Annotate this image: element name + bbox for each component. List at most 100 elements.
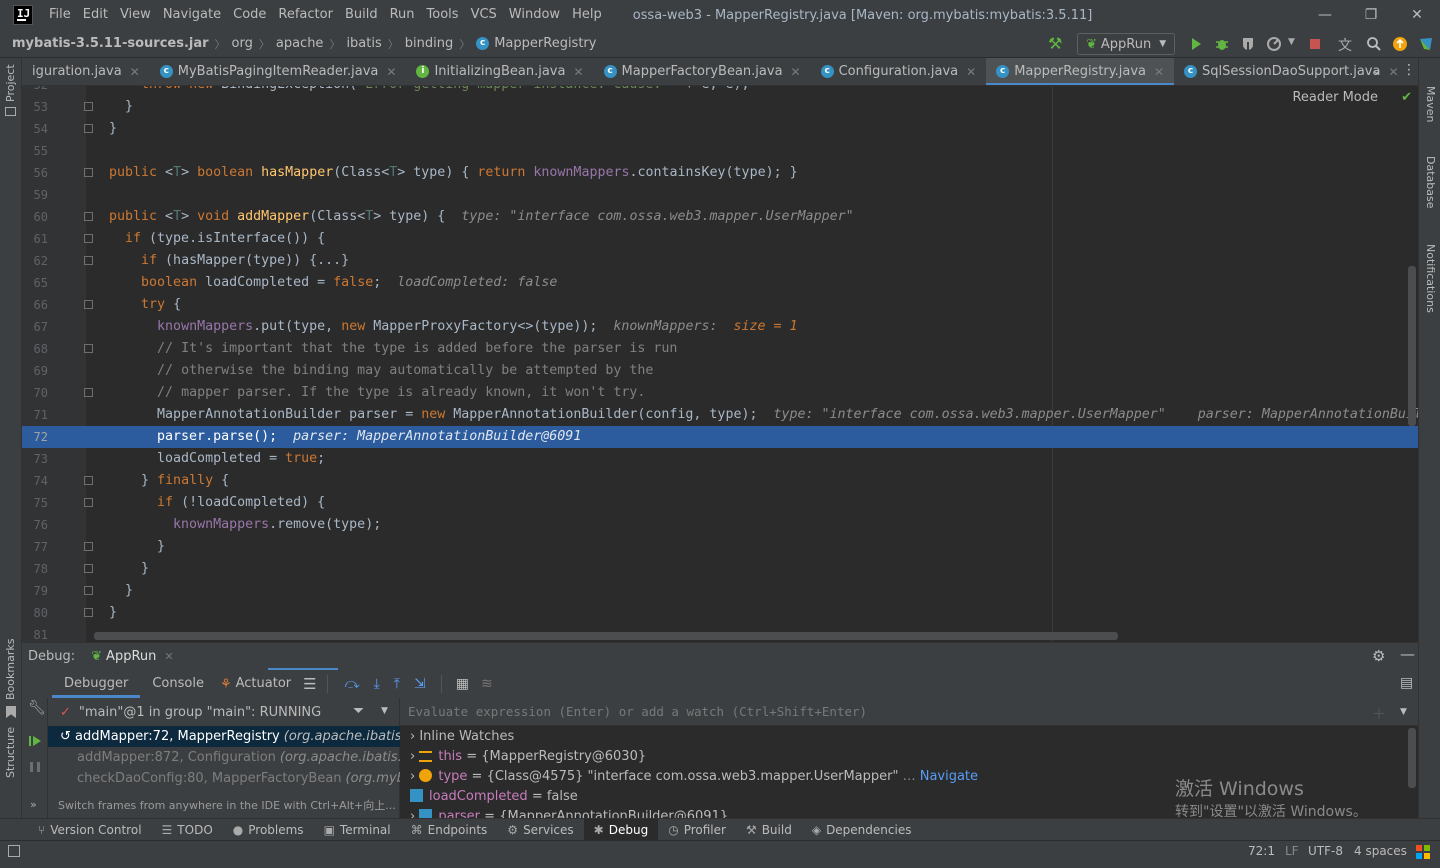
database-tool-button[interactable]: Database [1424,156,1437,209]
breadcrumb-apache[interactable]: apache [276,36,324,51]
code-line[interactable]: 78 } [22,558,1418,580]
code-editor[interactable]: 52 throw new BindingException("Error get… [22,86,1418,642]
tab-configuration-java[interactable]: c Configuration.java ✕ [811,58,987,85]
line-number[interactable]: 69 [22,360,48,382]
line-number[interactable]: 81 [22,624,48,642]
variable-row[interactable]: › this = {MapperRegistry@6030} [400,747,1418,767]
thread-dropdown-chevron-icon[interactable]: ▼ [381,706,388,716]
menu-code[interactable]: Code [227,0,272,30]
tool-profiler[interactable]: ◷ Profiler [658,819,736,841]
code-line[interactable]: 72 parser.parse(); parser: MapperAnnotat… [22,426,1418,448]
close-window-button[interactable]: ✕ [1394,0,1440,30]
tab-actuator[interactable]: Actuator [232,670,304,698]
line-number[interactable]: 80 [22,602,48,624]
code-line[interactable]: 62 if (hasMapper(type)) {...} [22,250,1418,272]
notifications-tool-button[interactable]: Notifications [1424,244,1437,313]
pause-icon[interactable] [28,760,42,774]
code-line[interactable]: 53 } [22,96,1418,118]
code-line[interactable]: 76 knownMappers.remove(type); [22,514,1418,536]
fold-marker-icon[interactable] [84,168,93,177]
build-hammer-icon[interactable]: ⚒ [1048,34,1064,53]
code-line[interactable]: 55 [22,140,1418,162]
layout-menu-icon[interactable]: ☰ [303,675,316,693]
restore-layout-icon[interactable]: ▤ [1400,675,1413,691]
close-tab-icon[interactable]: ✕ [130,65,140,79]
fold-marker-icon[interactable] [84,498,93,507]
tool-terminal[interactable]: ▣ Terminal [314,819,401,841]
stack-frame[interactable]: checkDaoConfig:80, MapperFactoryBean (org… [48,768,400,789]
line-number[interactable]: 78 [22,558,48,580]
tool-endpoints[interactable]: ⌘ Endpoints [401,819,498,841]
maven-tool-button[interactable]: Maven [1424,86,1437,122]
menu-window[interactable]: Window [503,0,566,30]
code-line[interactable]: 75 if (!loadCompleted) { [22,492,1418,514]
close-tab-icon[interactable]: ✕ [573,65,583,79]
fold-marker-icon[interactable] [84,212,93,221]
plugin-logo-icon[interactable] [1418,36,1434,52]
expand-more-icon[interactable]: » [30,798,37,811]
line-number[interactable]: 76 [22,514,48,536]
code-line[interactable]: 54} [22,118,1418,140]
search-icon[interactable] [1366,36,1382,52]
tab-iguration-java[interactable]: iguration.java ✕ [22,58,150,85]
code-line[interactable]: 69 // otherwise the binding may automati… [22,360,1418,382]
fold-marker-icon[interactable] [84,608,93,617]
code-line[interactable]: 79 } [22,580,1418,602]
line-number[interactable]: 56 [22,162,48,184]
translate-icon[interactable]: 文 [1338,35,1352,55]
breadcrumb-class[interactable]: MapperRegistry [494,36,596,51]
fold-marker-icon[interactable] [84,300,93,309]
run-configuration-select[interactable]: ❦ AppRun ▼ [1077,33,1175,55]
vertical-scrollbar[interactable] [1408,266,1416,426]
fold-marker-icon[interactable] [84,564,93,573]
line-number[interactable]: 60 [22,206,48,228]
tool-debug[interactable]: ✱ Debug [583,818,659,841]
fold-marker-icon[interactable] [84,344,93,353]
code-line[interactable]: 56 public <T> boolean hasMapper(Class<T> … [22,162,1418,184]
step-over-icon[interactable]: ⤼ [345,676,360,692]
code-line[interactable]: 80} [22,602,1418,624]
tab-mapperregistry-java[interactable]: c MapperRegistry.java ✕ [986,58,1175,85]
profile-icon[interactable] [1266,36,1282,52]
line-number[interactable]: 74 [22,470,48,492]
code-line[interactable]: 61 if (type.isInterface()) { [22,228,1418,250]
fold-marker-icon[interactable] [84,542,93,551]
line-number[interactable]: 68 [22,338,48,360]
variable-row[interactable]: › Inline Watches [400,727,1418,747]
fold-marker-icon[interactable] [84,124,93,133]
line-number[interactable]: 75 [22,492,48,514]
tab-mybatispagingitemreader-java[interactable]: c MyBatisPagingItemReader.java ✕ [150,58,407,85]
menu-run[interactable]: Run [384,0,421,30]
menu-edit[interactable]: Edit [77,0,114,30]
line-number[interactable]: 62 [22,250,48,272]
line-number[interactable]: 54 [22,118,48,140]
variables-scrollbar[interactable] [1408,728,1416,788]
bookmark-icon[interactable] [6,706,16,718]
folder-icon[interactable] [5,107,16,116]
fold-marker-icon[interactable] [84,476,93,485]
windows-logo-icon[interactable] [1416,845,1430,859]
code-line[interactable]: 60 public <T> void addMapper(Class<T> typ… [22,206,1418,228]
tool-todo[interactable]: ☰ TODO [152,819,223,841]
menu-refactor[interactable]: Refactor [272,0,339,30]
close-tab-icon[interactable]: ✕ [966,65,976,79]
step-out-icon[interactable]: ⤒ [394,676,400,692]
inspection-ok-icon[interactable]: ✔ [1401,90,1412,105]
line-number[interactable]: 66 [22,294,48,316]
filter-icon[interactable]: ⏷ [353,703,364,719]
tool-services[interactable]: ⚙ Services [497,819,583,841]
line-number[interactable]: 55 [22,140,48,162]
fold-marker-icon[interactable] [84,256,93,265]
fold-marker-icon[interactable] [84,234,93,243]
line-number[interactable]: 79 [22,580,48,602]
debug-session-tab[interactable]: AppRun [106,649,156,664]
wrench-icon[interactable]: 🔧︎ [28,700,46,716]
caret-position[interactable]: 72:1 [1248,844,1275,858]
fold-marker-icon[interactable] [84,102,93,111]
settings-gear-icon[interactable]: ⚙ [1372,647,1385,665]
line-number[interactable]: 73 [22,448,48,470]
menu-navigate[interactable]: Navigate [157,0,227,30]
stack-frame[interactable]: ↺ addMapper:72, MapperRegistry (org.apach… [48,726,400,747]
fold-marker-icon[interactable] [84,586,93,595]
expand-chevron-icon[interactable]: › [400,749,419,764]
